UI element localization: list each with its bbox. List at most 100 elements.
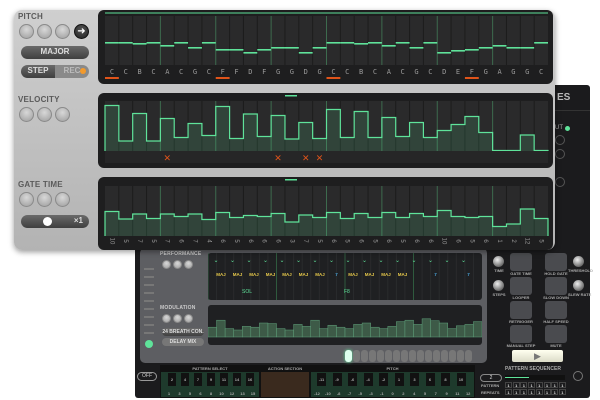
- knob[interactable]: [555, 149, 565, 159]
- play-button[interactable]: ▶: [512, 350, 563, 362]
- pattern-black-key[interactable]: 14: [233, 373, 241, 386]
- sequencer-cell[interactable]: 1: [535, 382, 543, 388]
- pitch-key[interactable]: 12: [463, 391, 473, 396]
- pitch-key[interactable]: -10: [323, 391, 333, 396]
- copy-icon[interactable]: [19, 107, 34, 122]
- power-icon[interactable]: [145, 340, 153, 348]
- sequencer-cell[interactable]: 1: [512, 382, 520, 388]
- copy-icon[interactable]: [162, 314, 171, 323]
- step-select-button[interactable]: [441, 350, 448, 362]
- knob[interactable]: [493, 280, 504, 291]
- paste-icon[interactable]: [37, 24, 52, 39]
- pitch-key[interactable]: 0: [388, 391, 398, 396]
- sequencer-cell[interactable]: 1: [535, 389, 543, 395]
- pitch-black-key[interactable]: -2: [379, 373, 388, 386]
- pattern-black-key[interactable]: 4: [181, 373, 189, 386]
- paste-icon[interactable]: [173, 314, 182, 323]
- mute-button[interactable]: [545, 325, 567, 343]
- power-icon[interactable]: [573, 371, 583, 381]
- step-select-button[interactable]: [401, 350, 408, 362]
- step-button[interactable]: STEP: [21, 65, 55, 78]
- pattern-key[interactable]: 3: [175, 391, 185, 396]
- step-select-button[interactable]: [465, 350, 472, 362]
- off-button[interactable]: OFF: [137, 372, 157, 381]
- sequencer-cell[interactable]: 1: [520, 382, 528, 388]
- arrow-right-icon[interactable]: ➜: [74, 24, 89, 39]
- pitch-black-key[interactable]: 10: [456, 373, 466, 386]
- copy-icon[interactable]: [19, 192, 34, 207]
- knob[interactable]: [555, 135, 565, 145]
- sequencer-cell[interactable]: 1: [512, 389, 520, 395]
- pattern-key[interactable]: 6: [196, 391, 206, 396]
- step-select-button[interactable]: [433, 350, 440, 362]
- knob[interactable]: [555, 177, 565, 187]
- pattern-black-key[interactable]: 11: [220, 373, 228, 386]
- dpad-icon[interactable]: [55, 192, 70, 207]
- gate-multiplier-slider[interactable]: ×1: [21, 215, 89, 228]
- pitch-key[interactable]: -3: [366, 391, 376, 396]
- sequencer-value[interactable]: 2: [480, 374, 502, 382]
- sequencer-cell[interactable]: 1: [558, 382, 566, 388]
- paste-icon[interactable]: [37, 107, 52, 122]
- sequencer-cell[interactable]: 1: [543, 389, 551, 395]
- mod-source-select[interactable]: 24 BREATH CON.: [162, 328, 204, 336]
- pitch-black-key[interactable]: -4: [363, 373, 373, 386]
- dpad-icon[interactable]: [55, 24, 70, 39]
- copy-icon[interactable]: [19, 24, 34, 39]
- step-select-button[interactable]: [369, 350, 376, 362]
- pattern-key[interactable]: 8: [206, 391, 216, 396]
- pitch-key[interactable]: 9: [442, 391, 452, 396]
- hold-gate-button[interactable]: [545, 253, 567, 271]
- shift-icon[interactable]: [184, 260, 193, 269]
- gate-time-button[interactable]: [510, 253, 532, 271]
- pitch-key[interactable]: 4: [409, 391, 419, 396]
- step-select-button[interactable]: [377, 350, 384, 362]
- sequencer-cell[interactable]: 1: [551, 382, 559, 388]
- pitch-black-key[interactable]: 6: [425, 373, 435, 386]
- pitch-black-key[interactable]: -9: [332, 373, 342, 386]
- step-select-button[interactable]: [361, 350, 368, 362]
- paste-icon[interactable]: [37, 192, 52, 207]
- paste-icon[interactable]: [173, 260, 182, 269]
- step-select-button[interactable]: [385, 350, 392, 362]
- pitch-black-key[interactable]: -6: [348, 373, 357, 386]
- step-select-button[interactable]: [425, 350, 432, 362]
- pitch-key[interactable]: -1: [377, 391, 387, 396]
- step-select-button[interactable]: [345, 350, 352, 362]
- pattern-key[interactable]: 12: [227, 391, 237, 396]
- pitch-key[interactable]: -7: [344, 391, 354, 396]
- knob[interactable]: [573, 280, 584, 291]
- step-select-button[interactable]: [393, 350, 400, 362]
- pattern-key[interactable]: 5: [185, 391, 195, 396]
- pattern-key[interactable]: 1: [164, 391, 174, 396]
- sequencer-cell[interactable]: 1: [520, 389, 528, 395]
- knob[interactable]: [493, 256, 504, 267]
- sequencer-cell[interactable]: 1: [528, 382, 536, 388]
- pattern-key[interactable]: 15: [248, 391, 258, 396]
- dpad-icon[interactable]: [55, 107, 70, 122]
- pitch-black-key[interactable]: 3: [410, 373, 419, 386]
- sequencer-cell[interactable]: 1: [528, 389, 536, 395]
- step-select-button[interactable]: [353, 350, 360, 362]
- pitch-key[interactable]: 7: [431, 391, 441, 396]
- pattern-key[interactable]: 10: [217, 391, 227, 396]
- sequencer-cell[interactable]: 1: [543, 382, 551, 388]
- pitch-black-key[interactable]: 8: [441, 373, 450, 386]
- pattern-black-key[interactable]: 7: [194, 373, 202, 386]
- mod-dest-select[interactable]: DELAY MIX: [162, 338, 204, 346]
- copy-icon[interactable]: [162, 260, 171, 269]
- scale-select[interactable]: MAJOR: [21, 46, 89, 59]
- looper-button[interactable]: [510, 277, 532, 295]
- sequencer-cell[interactable]: 1: [551, 389, 559, 395]
- step-select-button[interactable]: [457, 350, 464, 362]
- pitch-key[interactable]: -12: [312, 391, 322, 396]
- sequencer-cell[interactable]: 1: [505, 382, 512, 388]
- slider-knob[interactable]: [43, 217, 52, 226]
- pattern-black-key[interactable]: 2: [168, 373, 176, 386]
- step-select-button[interactable]: [409, 350, 416, 362]
- pattern-black-key[interactable]: 9: [207, 373, 215, 386]
- pattern-key[interactable]: 13: [238, 391, 248, 396]
- rec-button[interactable]: REC: [55, 65, 89, 78]
- sequencer-cell[interactable]: 1: [505, 389, 512, 395]
- pitch-black-key[interactable]: 1: [394, 373, 404, 386]
